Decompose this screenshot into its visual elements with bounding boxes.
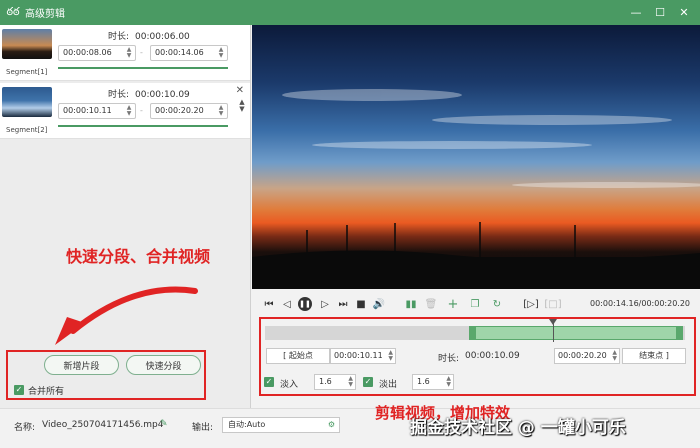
spinner-icon[interactable]: ▲ ▼ [348, 376, 353, 388]
pause-button[interactable]: ❚❚ [298, 297, 312, 311]
video-preview[interactable] [252, 25, 700, 289]
sunset-scene [252, 89, 700, 289]
set-start-button[interactable]: [ 起始点 [266, 348, 330, 364]
refresh-icon[interactable]: ↻ [490, 297, 504, 311]
segment-end-input[interactable]: 00:00:20.20 ▲ ▼ [150, 103, 228, 119]
output-label: 输出: [192, 423, 214, 433]
set-end-button[interactable]: 结束点 ] [622, 348, 686, 364]
maximize-button[interactable]: ☐ [650, 4, 670, 20]
title-bar: ఠఠ 高级剪辑 — ☐ ✕ [0, 0, 700, 25]
trash-icon[interactable]: 🗑 [424, 297, 438, 311]
spinner-icon[interactable]: ▲ ▼ [612, 350, 617, 362]
reorder-icon[interactable]: ▲ ▼ [238, 99, 246, 113]
mark-out-icon[interactable]: [□] [544, 297, 561, 311]
spinner-icon[interactable]: ▲ ▼ [125, 105, 133, 117]
annotation-arrow-icon [55, 286, 198, 345]
spinner-icon[interactable]: ▲ ▼ [217, 105, 225, 117]
edit-name-icon[interactable]: ✎ [160, 419, 168, 429]
duration-label: 时长: [438, 354, 460, 364]
fade-in-checkbox[interactable]: ✓ [264, 377, 274, 387]
range-separator: - [140, 106, 143, 115]
range-separator: - [140, 48, 143, 57]
segment-end-input[interactable]: 00:00:14.06 ▲ ▼ [150, 45, 228, 61]
annotation-left: 快速分段、合并视频 [66, 247, 211, 266]
playback-time: 00:00:14.16/00:00:20.20 [590, 299, 690, 308]
segment-item[interactable]: Segment[2] 时长: 00:00:10.09 00:00:10.11 ▲ ▼ … [0, 83, 250, 139]
merge-all-checkbox[interactable]: ✓ [14, 385, 24, 395]
merge-all-label: 合并所有 [28, 387, 65, 397]
segment-thumbnail [2, 87, 52, 117]
selection-end-handle[interactable] [676, 327, 682, 339]
mark-in-icon[interactable]: [▷] [523, 297, 539, 311]
watermark: 掘金技术社区 @ 一罐小可乐 [410, 418, 626, 438]
spinner-icon[interactable]: ▲ ▼ [388, 350, 393, 362]
skip-end-icon[interactable]: ⏭ [336, 297, 350, 311]
stop-icon[interactable]: ■ [354, 297, 368, 311]
step-forward-icon[interactable]: ▷ [318, 297, 332, 311]
segment-label: Segment[1] [6, 68, 48, 76]
duration-value: 00:00:10.09 [465, 351, 520, 361]
segment-label: Segment[2] [6, 126, 48, 134]
add-icon[interactable]: + [446, 297, 460, 312]
segment-thumbnail [2, 29, 52, 59]
spinner-icon[interactable]: ▲ ▼ [446, 376, 451, 388]
segment-duration: 时长: 00:00:10.09 [108, 90, 190, 100]
minimize-button[interactable]: — [626, 4, 646, 20]
quick-split-button[interactable]: 快速分段 [126, 355, 201, 375]
output-select[interactable]: 自动:Auto ⚙ [222, 417, 340, 433]
segment-progress-bar [58, 67, 228, 69]
fade-out-label: 淡出 [379, 380, 398, 390]
step-back-icon[interactable]: ◁ [280, 297, 294, 311]
timeline-selection[interactable] [469, 326, 683, 340]
window-title: 高级剪辑 [25, 9, 65, 20]
selection-start-handle[interactable] [470, 327, 476, 339]
segment-duration: 时长: 00:00:06.00 [108, 32, 190, 42]
file-name: Video_250704171456.mp4 [42, 420, 164, 430]
split-icon[interactable]: ▮▮ [404, 297, 418, 311]
fade-out-input[interactable]: 1.6 ▲ ▼ [412, 374, 454, 390]
segment-start-input[interactable]: 00:00:08.06 ▲ ▼ [58, 45, 136, 61]
name-label: 名称: [14, 423, 36, 433]
segment-progress-bar [58, 125, 228, 127]
playhead[interactable] [553, 320, 554, 342]
segment-start-input[interactable]: 00:00:10.11 ▲ ▼ [58, 103, 136, 119]
fade-out-checkbox[interactable]: ✓ [363, 377, 373, 387]
app-logo-icon: ఠఠ [6, 4, 20, 18]
end-time-input[interactable]: 00:00:20.20 ▲ ▼ [554, 348, 620, 364]
close-button[interactable]: ✕ [674, 4, 694, 20]
fade-in-input[interactable]: 1.6 ▲ ▼ [314, 374, 356, 390]
segment-item[interactable]: Segment[1] 时长: 00:00:06.00 00:00:08.06 ▲ ▼ … [0, 25, 250, 81]
delete-segment-icon[interactable]: ✕ [236, 85, 244, 96]
gear-icon[interactable]: ⚙ [328, 418, 335, 432]
skip-start-icon[interactable]: ⏮ [262, 297, 276, 311]
volume-icon[interactable]: 🔊 [372, 297, 386, 311]
add-segment-button[interactable]: 新增片段 [44, 355, 119, 375]
start-time-input[interactable]: 00:00:10.11 ▲ ▼ [330, 348, 396, 364]
copy-icon[interactable]: ❐ [468, 297, 482, 311]
spinner-icon[interactable]: ▲ ▼ [217, 47, 225, 59]
spinner-icon[interactable]: ▲ ▼ [125, 47, 133, 59]
fade-in-label: 淡入 [280, 380, 299, 390]
